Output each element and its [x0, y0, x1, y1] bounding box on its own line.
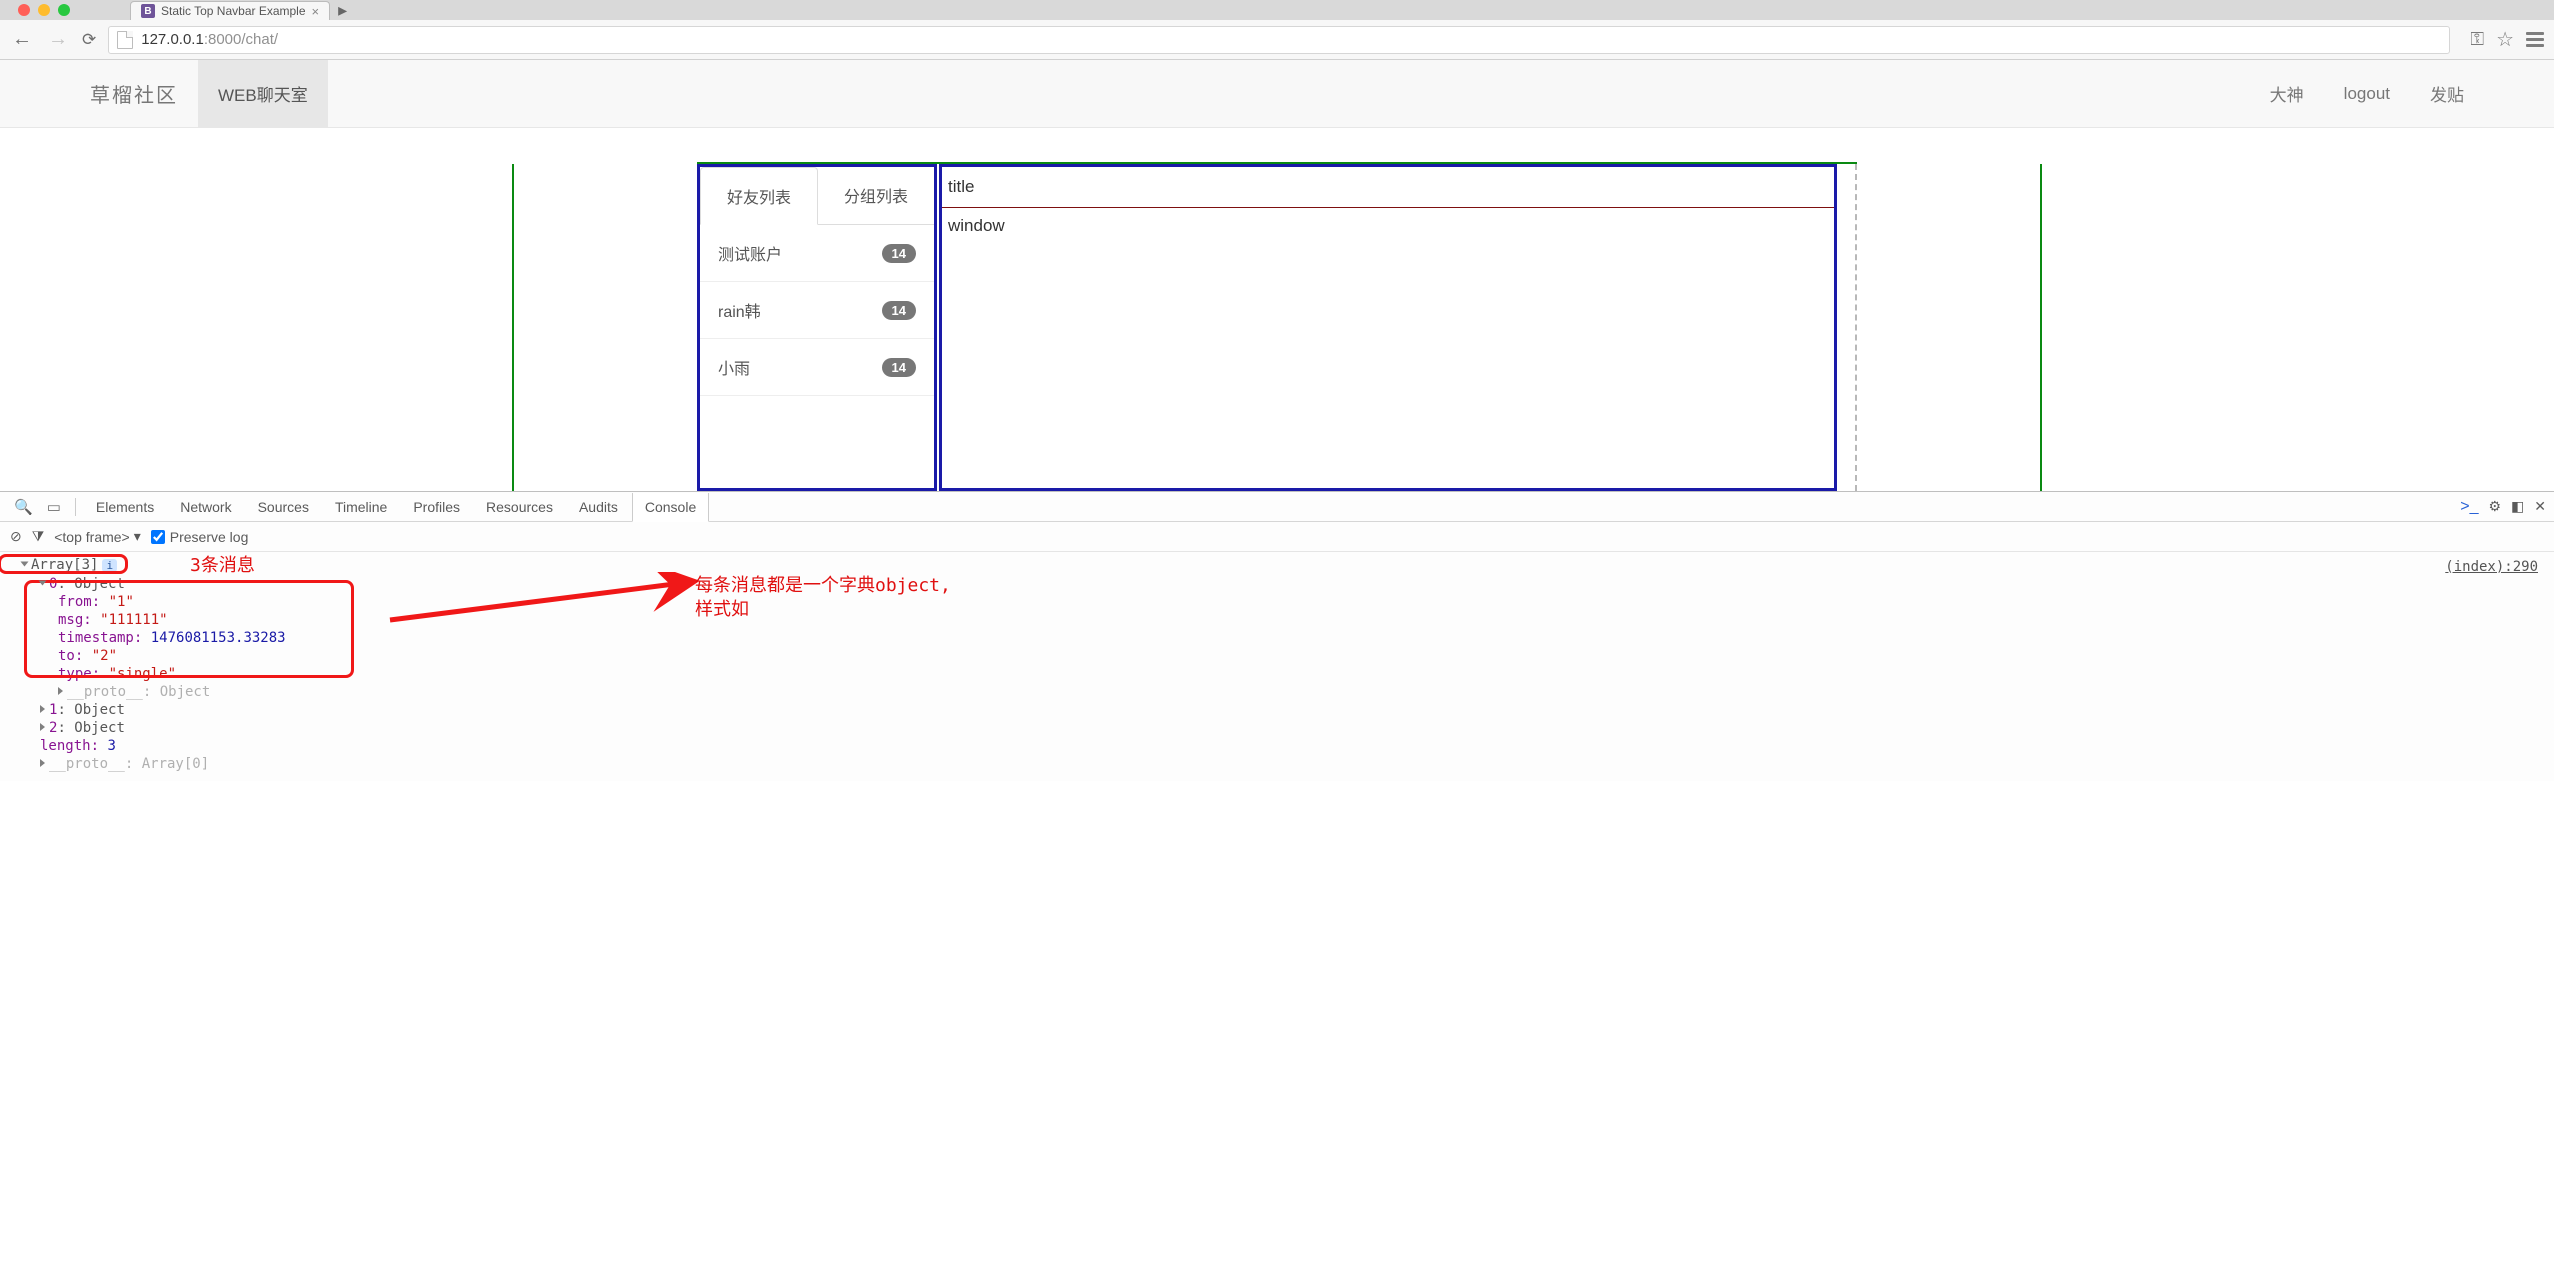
page-navbar: 草榴社区 WEB聊天室 大神 logout 发贴	[0, 60, 2554, 128]
new-tab-icon[interactable]: ▸	[338, 0, 347, 21]
console-line[interactable]: __proto__: Array[0]	[22, 755, 2554, 773]
disclosure-triangle-icon[interactable]	[58, 687, 63, 695]
back-icon[interactable]: ←	[10, 28, 34, 51]
devtools-right-controls: >_ ⚙ ◧ ✕	[2460, 498, 2546, 516]
friend-name: rain韩	[718, 298, 761, 322]
sidebar-column: 好友列表 分组列表 测试账户 14 rain韩 14 小雨 14	[697, 164, 937, 491]
devtools-tabbar: 🔍 ▭ Elements Network Sources Timeline Pr…	[0, 492, 2554, 522]
browser-tab-title: Static Top Navbar Example	[161, 4, 306, 18]
main-column: title window	[939, 164, 1837, 491]
settings-gear-icon[interactable]: ⚙	[2488, 498, 2501, 515]
annotation-each-msg: 每条消息都是一个字典object, 样式如	[695, 574, 951, 622]
inspect-icon[interactable]: 🔍	[8, 498, 39, 516]
friend-item[interactable]: rain韩 14	[700, 282, 934, 339]
devtools-tab-console[interactable]: Console	[632, 493, 709, 522]
friend-list: 测试账户 14 rain韩 14 小雨 14	[700, 225, 934, 396]
devtools-tab-audits[interactable]: Audits	[567, 492, 630, 521]
annotation-three-msgs: 3条消息	[190, 554, 255, 578]
console-line: type: "single"	[22, 665, 2554, 683]
device-mode-icon[interactable]: ▭	[41, 498, 67, 516]
console-output: (index):290 3条消息 每条消息都是一个字典object, 样式如 A…	[0, 552, 2554, 781]
gutter-column	[1837, 164, 1857, 491]
close-tab-icon[interactable]: ×	[312, 4, 320, 19]
disclosure-triangle-icon[interactable]	[39, 581, 47, 586]
console-line[interactable]: 1: Object	[22, 701, 2554, 719]
minimize-window-icon[interactable]	[38, 4, 50, 16]
source-link[interactable]: (index):290	[2445, 558, 2538, 576]
bookmark-star-icon[interactable]: ☆	[2496, 27, 2514, 52]
devtools-tab-profiles[interactable]: Profiles	[401, 492, 472, 521]
nav-item-chatroom[interactable]: WEB聊天室	[198, 60, 328, 127]
friend-item[interactable]: 小雨 14	[700, 339, 934, 396]
devtools-tab-resources[interactable]: Resources	[474, 492, 565, 521]
nav-item-post[interactable]: 发贴	[2410, 60, 2484, 127]
address-bar[interactable]: 127.0.0.1:8000/chat/	[108, 26, 2450, 54]
frame-selector[interactable]: <top frame> ▾	[54, 528, 141, 545]
favicon-icon: B	[141, 4, 155, 18]
annotation-box-object	[24, 580, 354, 678]
unread-badge: 14	[882, 301, 916, 320]
browser-toolbar: ← → ⟳ 127.0.0.1:8000/chat/ ⚿ ☆	[0, 20, 2554, 60]
hamburger-menu-icon[interactable]	[2526, 32, 2544, 47]
console-line: length: 3	[22, 737, 2554, 755]
devtools-tab-elements[interactable]: Elements	[84, 492, 166, 521]
tab-groups[interactable]: 分组列表	[818, 167, 934, 224]
chevron-down-icon: ▾	[134, 528, 141, 545]
browser-tab-strip: B Static Top Navbar Example × ▸	[0, 0, 2554, 20]
console-line[interactable]: __proto__: Object	[22, 683, 2554, 701]
clear-console-icon[interactable]: ⊘	[10, 528, 22, 545]
chat-window: window	[942, 208, 1834, 488]
console-line: to: "2"	[22, 647, 2554, 665]
disclosure-triangle-icon[interactable]	[21, 562, 29, 567]
devtools-tab-network[interactable]: Network	[168, 492, 243, 521]
page-icon	[117, 31, 133, 49]
filter-icon[interactable]: ⧩	[32, 528, 45, 545]
console-line[interactable]: 2: Object	[22, 719, 2554, 737]
window-controls	[18, 4, 70, 16]
preserve-log-input[interactable]	[151, 530, 165, 544]
unread-badge: 14	[882, 244, 916, 263]
friend-item[interactable]: 测试账户 14	[700, 225, 934, 282]
devtools-tab-timeline[interactable]: Timeline	[323, 492, 399, 521]
sidebar-tabs: 好友列表 分组列表	[700, 167, 934, 225]
separator	[75, 498, 76, 516]
devtools-tab-sources[interactable]: Sources	[246, 492, 321, 521]
console-line: timestamp: 1476081153.33283	[22, 629, 2554, 647]
unread-badge: 14	[882, 358, 916, 377]
devtools: 🔍 ▭ Elements Network Sources Timeline Pr…	[0, 491, 2554, 781]
main-stage: 好友列表 分组列表 测试账户 14 rain韩 14 小雨 14 title	[0, 128, 2554, 491]
disclosure-triangle-icon[interactable]	[40, 723, 45, 731]
chat-title: title	[942, 167, 1834, 208]
tab-friends[interactable]: 好友列表	[700, 167, 818, 225]
friend-name: 测试账户	[718, 241, 782, 265]
browser-tab[interactable]: B Static Top Navbar Example ×	[130, 1, 330, 20]
key-icon[interactable]: ⚿	[2470, 29, 2484, 50]
dock-icon[interactable]: ◧	[2511, 498, 2524, 515]
nav-item-dashen[interactable]: 大神	[2250, 60, 2324, 127]
console-toolbar: ⊘ ⧩ <top frame> ▾ Preserve log	[0, 522, 2554, 552]
annotation-box-array	[0, 554, 128, 574]
show-console-icon[interactable]: >_	[2460, 498, 2478, 516]
url-text: 127.0.0.1:8000/chat/	[141, 31, 278, 48]
forward-icon: →	[46, 28, 70, 51]
reload-icon[interactable]: ⟳	[82, 30, 96, 50]
preserve-log-checkbox[interactable]: Preserve log	[151, 529, 249, 545]
disclosure-triangle-icon[interactable]	[40, 705, 45, 713]
toolbar-right: ⚿ ☆	[2470, 27, 2544, 52]
zoom-window-icon[interactable]	[58, 4, 70, 16]
close-devtools-icon[interactable]: ✕	[2534, 498, 2546, 515]
annotation-arrow-icon	[370, 572, 700, 627]
close-window-icon[interactable]	[18, 4, 30, 16]
container-row: 好友列表 分组列表 测试账户 14 rain韩 14 小雨 14 title	[697, 162, 1857, 491]
brand[interactable]: 草榴社区	[70, 60, 198, 127]
friend-name: 小雨	[718, 355, 750, 379]
disclosure-triangle-icon[interactable]	[40, 759, 45, 767]
nav-item-logout[interactable]: logout	[2324, 60, 2410, 127]
